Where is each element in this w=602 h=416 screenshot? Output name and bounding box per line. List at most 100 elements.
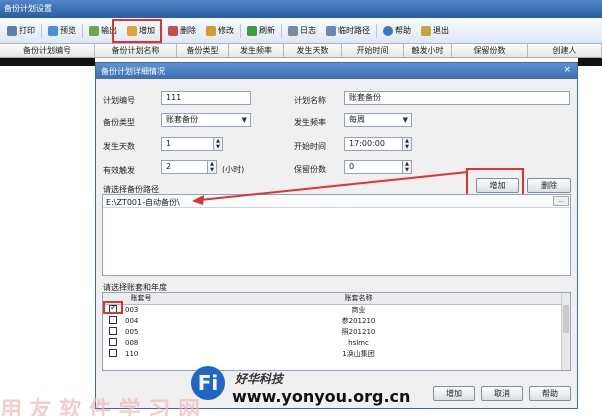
log-button[interactable]: 日志	[283, 20, 321, 42]
log-icon	[288, 25, 298, 36]
scroll-thumb[interactable]	[563, 305, 569, 333]
grid-col-plan-no[interactable]: 备份计划编号	[0, 44, 95, 57]
grid-col-creator[interactable]: 创建人	[528, 44, 602, 57]
account-name: 商业	[351, 305, 366, 314]
frequency-label: 发生频率	[294, 118, 326, 127]
help-icon	[383, 25, 393, 36]
toolbar-separator	[281, 23, 282, 38]
spin-icon[interactable]: ▲ ▼	[213, 138, 222, 150]
account-row[interactable]: 004 参201210	[103, 315, 570, 326]
plan-name-input[interactable]: 账套备份	[344, 91, 570, 105]
logo-icon: Fi	[191, 366, 225, 400]
account-row[interactable]: 005 照201210	[103, 326, 570, 337]
path-row[interactable]: E:\ZT001-自动备份\ ...	[103, 195, 570, 208]
edit-button[interactable]: 修改	[201, 20, 239, 42]
preview-icon	[48, 25, 58, 36]
frequency-select[interactable]: 每周 ▼	[344, 113, 412, 127]
plan-no-label: 计划编号	[103, 96, 135, 105]
grid-col-backup-type[interactable]: 备份类型	[177, 44, 229, 57]
window-title: 备份计划设置	[4, 4, 52, 13]
trigger-stepper[interactable]: 2 ▲ ▼	[161, 160, 217, 174]
toolbar-separator	[240, 23, 241, 38]
toolbar: 打印 预览 输出 增加 删除 修改 刷新 日志 临时路径 帮助 退出	[0, 18, 602, 44]
checkbox-highlight	[103, 301, 123, 314]
grid-col-trigger-hours[interactable]: 触发小时	[404, 44, 452, 57]
account-no: 110	[125, 349, 139, 358]
browse-button[interactable]: ...	[553, 196, 569, 206]
refresh-button[interactable]: 刷新	[242, 20, 280, 42]
plan-grid-header: 备份计划编号 备份计划名称 备份类型 发生频率 发生天数 开始时间 触发小时 保…	[0, 44, 602, 58]
account-checkbox[interactable]	[109, 348, 117, 357]
toolbar-separator	[41, 23, 42, 38]
backup-type-select[interactable]: 账套备份 ▼	[161, 113, 251, 127]
brand-text: 好华科技	[235, 372, 284, 386]
account-no: 003	[125, 305, 139, 314]
plan-name-label: 计划名称	[294, 96, 326, 105]
toolbar-separator	[82, 23, 83, 38]
account-checkbox[interactable]	[109, 337, 117, 346]
exit-icon	[421, 25, 431, 36]
chevron-down-icon: ▼	[241, 116, 247, 124]
close-icon[interactable]: ×	[563, 65, 571, 75]
grid-col-plan-name[interactable]: 备份计划名称	[95, 44, 177, 57]
days-label: 发生天数	[103, 142, 135, 151]
spin-icon[interactable]: ▲ ▼	[402, 138, 411, 150]
preview-button[interactable]: 预览	[43, 20, 81, 42]
keep-count-label: 保留份数	[294, 165, 326, 174]
backup-path-list[interactable]: E:\ZT001-自动备份\ ...	[102, 194, 571, 276]
account-name: hslmc	[348, 338, 369, 347]
col-account-name[interactable]: 账套名称	[159, 293, 558, 305]
delete-icon	[168, 25, 178, 36]
backup-type-label: 备份类型	[103, 118, 135, 127]
printer-icon	[7, 25, 17, 36]
account-no: 004	[125, 316, 139, 325]
grid-selected-row[interactable]	[0, 58, 95, 66]
account-name: 1涣山集团	[342, 349, 375, 358]
keep-count-stepper[interactable]: 0 ▲ ▼	[344, 160, 412, 174]
account-checkbox[interactable]	[109, 326, 117, 335]
account-name: 参201210	[341, 316, 376, 325]
grid-col-keep-count[interactable]: 保留份数	[452, 44, 528, 57]
account-checkbox[interactable]	[109, 315, 117, 324]
window-title-bar: 备份计划设置	[0, 0, 602, 18]
account-no: 008	[125, 338, 139, 347]
temp-path-button[interactable]: 临时路径	[321, 20, 375, 42]
grid-col-frequency[interactable]: 发生频率	[229, 44, 284, 57]
help-button[interactable]: 帮助	[378, 20, 416, 42]
spin-icon[interactable]: ▲ ▼	[207, 161, 216, 173]
refresh-icon	[247, 25, 257, 36]
account-row[interactable]: 110 1涣山集团	[103, 348, 570, 359]
grid-col-start-time[interactable]: 开始时间	[342, 44, 404, 57]
trigger-unit-label: (小时)	[222, 165, 245, 174]
plan-detail-dialog: 备份计划详细情况 × 计划编号 111 计划名称 账套备份 备份类型 账套备份 ▼…	[95, 62, 578, 409]
exit-button[interactable]: 退出	[416, 20, 454, 42]
account-no: 005	[125, 327, 139, 336]
delete-path-button[interactable]: 删除	[527, 178, 571, 193]
plan-no-input[interactable]: 111	[161, 91, 251, 105]
chevron-down-icon: ▼	[402, 116, 408, 124]
website-url: www.yonyou.org.cn	[232, 387, 411, 406]
export-icon	[89, 25, 99, 36]
account-list: 账套号 账套名称 003 商业 004 参201210 005 照201210 008 hsl…	[102, 292, 571, 371]
add-button-highlight	[112, 19, 162, 43]
path-icon	[326, 25, 336, 36]
dialog-title: 备份计划详细情况	[101, 67, 165, 76]
start-time-input[interactable]: 17:00:00 ▲ ▼	[344, 137, 412, 151]
grid-col-days[interactable]: 发生天数	[284, 44, 342, 57]
account-name: 照201210	[341, 327, 376, 336]
delete-button[interactable]: 删除	[163, 20, 201, 42]
dialog-title-bar: 备份计划详细情况 ×	[96, 63, 577, 79]
edit-icon	[206, 25, 216, 36]
account-scrollbar[interactable]	[561, 293, 570, 370]
grid-selected-row-end	[578, 58, 602, 66]
account-row[interactable]: 003 商业	[103, 303, 570, 315]
account-table: 账套号 账套名称 003 商业 004 参201210 005 照201210 008 hsl…	[103, 293, 570, 359]
account-row[interactable]: 008 hslmc	[103, 337, 570, 348]
trigger-label: 有效触发	[103, 166, 135, 175]
toolbar-separator	[376, 23, 377, 38]
start-time-label: 开始时间	[294, 142, 326, 151]
print-button[interactable]: 打印	[2, 20, 40, 42]
days-stepper[interactable]: 1 ▲ ▼	[161, 137, 223, 151]
spin-icon[interactable]: ▲ ▼	[402, 161, 411, 173]
col-account-no[interactable]: 账套号	[123, 293, 159, 305]
